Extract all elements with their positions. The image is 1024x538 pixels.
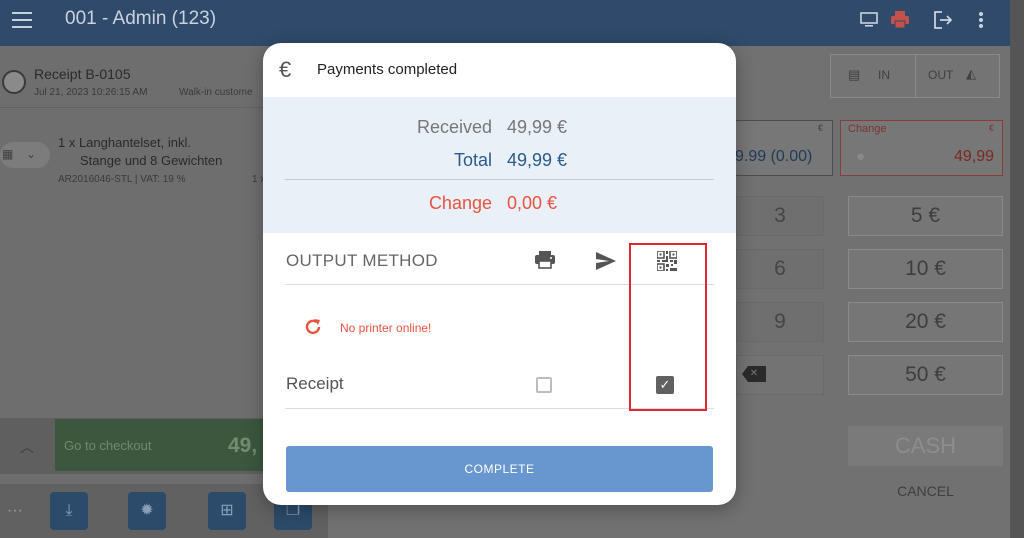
receipt-customer: Walk-in custome xyxy=(179,87,253,98)
send-icon[interactable] xyxy=(595,251,617,271)
print-icon[interactable] xyxy=(534,250,556,270)
change-value: 49,99 xyxy=(954,148,995,165)
payments-completed-dialog: € Payments completed Received 49,99 € To… xyxy=(263,43,736,505)
keypad-3[interactable]: 3 xyxy=(736,196,824,236)
dialog-header: € Payments completed xyxy=(263,43,736,97)
cash-in-button[interactable]: IN xyxy=(878,68,890,82)
receipt-print-checkbox[interactable] xyxy=(536,377,552,393)
piggy-bank-icon: ● xyxy=(856,148,866,165)
printer-icon[interactable] xyxy=(887,8,913,32)
download-icon[interactable]: ⤓ xyxy=(50,492,88,530)
settings-icon[interactable]: ✹ xyxy=(128,492,166,530)
received-value: 49,99 € xyxy=(507,117,568,137)
chevron-down-icon: ⌄ xyxy=(26,147,37,161)
item-expand-button[interactable]: ▦ ⌄ xyxy=(0,142,50,168)
payment-summary: Received 49,99 € Total 49,99 € Change 0,… xyxy=(263,97,736,233)
receipt-status-icon xyxy=(2,70,26,94)
logout-icon[interactable] xyxy=(930,8,956,32)
output-method-label: OUTPUT METHOD xyxy=(286,251,438,270)
complete-button[interactable]: COMPLETE xyxy=(286,446,713,492)
side-strip xyxy=(1010,0,1024,538)
change-label: Change xyxy=(848,123,887,135)
receipt-title: Receipt B-0105 xyxy=(34,66,131,82)
amount-50[interactable]: 50 € xyxy=(848,355,1003,395)
keypad-9[interactable]: 9 xyxy=(736,302,824,342)
summary-divider xyxy=(285,179,714,180)
chevron-up-icon[interactable]: ︿ xyxy=(10,430,44,464)
table-icon: ▦ xyxy=(2,147,14,161)
cash-register-icon: ▤ xyxy=(848,67,861,82)
app-title: 001 - Admin (123) xyxy=(65,8,217,29)
given-currency: € xyxy=(818,123,824,133)
item-name-cont: Stange und 8 Gewichten xyxy=(80,153,223,168)
keypad-6[interactable]: 6 xyxy=(736,249,824,289)
item-meta: AR2016046-STL | VAT: 19 % xyxy=(58,174,186,185)
add-icon[interactable]: ⊞ xyxy=(208,492,246,530)
change-value: 0,00 € xyxy=(507,193,558,213)
euro-icon: € xyxy=(279,57,292,82)
change-currency: € xyxy=(989,123,995,133)
cancel-button[interactable]: CANCEL xyxy=(848,483,1003,499)
more-icon[interactable]: ··· xyxy=(0,492,30,530)
received-label: Received xyxy=(416,117,492,137)
qr-column-highlight xyxy=(629,243,707,411)
receipt-label: Receipt xyxy=(286,374,344,393)
receipt-date: Jul 21, 2023 10:26:15 AM xyxy=(34,87,148,98)
checkout-amount: 49, xyxy=(228,434,258,457)
total-value: 49,99 € xyxy=(507,150,568,170)
change-label: Change xyxy=(428,193,492,213)
refresh-icon[interactable] xyxy=(303,317,323,337)
amount-10[interactable]: 10 € xyxy=(848,249,1003,289)
cash-button[interactable]: CASH xyxy=(848,426,1003,466)
checkout-label: Go to checkout xyxy=(64,438,152,453)
menu-icon[interactable] xyxy=(12,12,32,28)
cash-out-button[interactable]: OUT xyxy=(928,68,953,82)
item-name: 1 x Langhantelset, inkl. xyxy=(58,135,191,150)
amount-20[interactable]: 20 € xyxy=(848,302,1003,342)
top-bar: 001 - Admin (123) xyxy=(0,0,1010,46)
no-printer-error: No printer online! xyxy=(340,321,432,335)
chart-icon: ◭ xyxy=(966,66,976,81)
more-vertical-icon[interactable] xyxy=(968,8,994,32)
total-label: Total xyxy=(453,150,492,170)
dialog-title: Payments completed xyxy=(317,61,458,78)
given-value: 9.99 (0.00) xyxy=(735,148,813,165)
monitor-icon[interactable] xyxy=(856,8,882,32)
amount-5[interactable]: 5 € xyxy=(848,196,1003,236)
